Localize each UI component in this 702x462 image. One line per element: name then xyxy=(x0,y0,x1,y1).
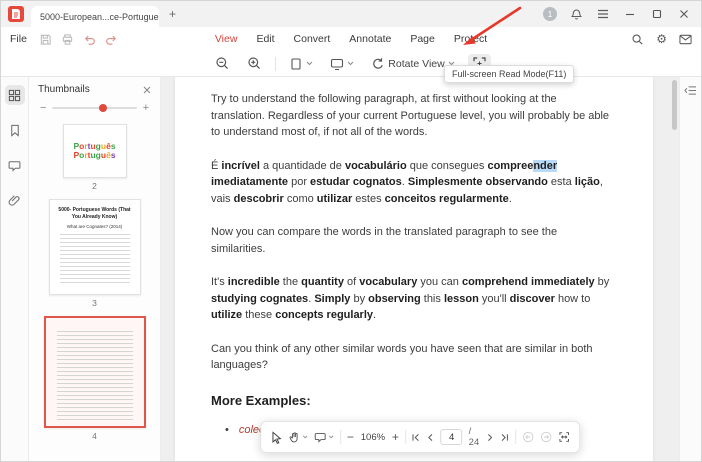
titlebar-controls: 1 xyxy=(543,6,701,22)
fit-width-button[interactable] xyxy=(558,431,570,443)
zoom-in-tool-button[interactable] xyxy=(243,54,266,73)
thumbnails-panel-button[interactable] xyxy=(5,85,25,105)
undo-icon[interactable] xyxy=(83,33,96,46)
fullscreen-tooltip: Full-screen Read Mode(F11) xyxy=(444,65,574,83)
quick-access-icons xyxy=(39,33,118,46)
app-window: 5000-European...ce-Portuguese + 1 File xyxy=(0,0,702,462)
zoom-in-button[interactable]: + xyxy=(392,431,399,443)
app-logo-icon xyxy=(8,6,24,22)
read-mode-dropdown[interactable] xyxy=(326,55,358,73)
document-heading: More Examples: xyxy=(211,391,611,411)
slider-minus-button[interactable]: − xyxy=(40,102,46,114)
hand-tool-dropdown[interactable] xyxy=(288,431,308,444)
thumbnail-page-4-selected[interactable] xyxy=(44,316,146,428)
thumbnail-text-lines xyxy=(57,331,133,423)
maximize-button[interactable] xyxy=(649,6,665,22)
document-paragraphs: Try to understand the following paragrap… xyxy=(211,91,611,374)
thumbnail-list: PortuguêsPortuguês 2 5000- Portuguese Wo… xyxy=(29,122,160,461)
tab-page[interactable]: Page xyxy=(410,33,435,45)
prev-page-button[interactable] xyxy=(427,433,435,442)
toolbar-divider xyxy=(275,57,276,71)
tab-view[interactable]: View xyxy=(215,33,238,45)
comments-panel-button[interactable] xyxy=(5,155,25,175)
floating-toolbar: − 106% + / 24 xyxy=(260,421,580,453)
thumbnail-label: 4 xyxy=(92,431,97,441)
print-icon[interactable] xyxy=(61,33,74,46)
gear-icon[interactable]: ⚙ xyxy=(656,33,667,45)
zoom-level[interactable]: 106% xyxy=(360,432,386,443)
app-menu-icon[interactable] xyxy=(595,6,611,22)
rotate-view-label: Rotate View xyxy=(388,58,444,70)
first-page-button[interactable] xyxy=(412,433,421,442)
vertical-scrollbar[interactable] xyxy=(672,80,677,130)
tab-protect[interactable]: Protect xyxy=(454,33,487,45)
slider-knob[interactable] xyxy=(99,104,107,112)
page-display-dropdown[interactable] xyxy=(285,55,317,73)
tab-annotate[interactable]: Annotate xyxy=(349,33,391,45)
zoom-out-tool-button[interactable] xyxy=(211,54,234,73)
thumbnail-title-text: 5000- Portuguese Words (That You Already… xyxy=(56,207,134,221)
right-icon-rail xyxy=(679,77,701,461)
document-paragraph: É incrível a quantidade de vocabulário q… xyxy=(211,158,611,208)
toolbar-divider xyxy=(515,430,516,444)
new-tab-button[interactable]: + xyxy=(169,8,176,20)
select-tool-button[interactable] xyxy=(270,431,282,444)
colorful-title: PortuguêsPortuguês xyxy=(73,142,115,161)
toolbar-divider xyxy=(340,430,341,444)
toolbar-divider xyxy=(405,430,406,444)
right-panel-toggle-icon[interactable] xyxy=(684,85,697,461)
bookmarks-panel-button[interactable] xyxy=(5,120,25,140)
attachments-panel-button[interactable] xyxy=(5,190,25,210)
left-icon-rail xyxy=(1,77,29,461)
thumbnails-panel-title: Thumbnails xyxy=(38,84,90,95)
title-bar: 5000-European...ce-Portuguese + 1 xyxy=(1,1,701,27)
tab-edit[interactable]: Edit xyxy=(256,33,274,45)
ribbon-tabs: View Edit Convert Annotate Page Protect xyxy=(215,33,487,45)
thumbnail-subtitle-text: What are Cognates? (2014) xyxy=(56,224,134,229)
document-paragraph: It's incredible the quantity of vocabula… xyxy=(211,274,611,324)
thumbnail-label: 3 xyxy=(92,298,97,308)
document-paragraph: Try to understand the following paragrap… xyxy=(211,91,611,141)
bell-icon[interactable] xyxy=(568,6,584,22)
last-page-button[interactable] xyxy=(500,433,509,442)
bullet-point: • xyxy=(225,422,229,439)
close-button[interactable] xyxy=(676,6,692,22)
document-paragraph: Now you can compare the words in the tra… xyxy=(211,224,611,257)
next-view-button[interactable] xyxy=(540,431,552,443)
next-page-button[interactable] xyxy=(486,433,494,442)
page-total-label: / 24 xyxy=(469,426,480,448)
document-paragraph: Can you think of any other similar words… xyxy=(211,341,611,374)
minimize-button[interactable] xyxy=(622,6,638,22)
search-icon[interactable] xyxy=(631,33,644,46)
menubar-right-icons: ⚙ xyxy=(631,33,692,46)
save-icon[interactable] xyxy=(39,33,52,46)
pdf-page[interactable]: Try to understand the following paragrap… xyxy=(175,77,653,461)
page-number-input[interactable] xyxy=(441,429,463,445)
document-area: Try to understand the following paragrap… xyxy=(161,77,679,461)
zoom-out-button[interactable]: − xyxy=(347,431,354,443)
thumbnails-panel: Thumbnails − + PortuguêsPortuguês 2 5000… xyxy=(29,77,161,461)
main-body: Thumbnails − + PortuguêsPortuguês 2 5000… xyxy=(1,77,701,461)
annotation-tool-dropdown[interactable] xyxy=(314,431,334,443)
menu-bar: File View Edit Convert Annotate Page Pro… xyxy=(1,27,701,51)
thumbnail-text-lines xyxy=(60,234,130,286)
slider-track[interactable] xyxy=(52,107,136,109)
thumbnail-size-slider: − + xyxy=(29,99,160,122)
tab-convert[interactable]: Convert xyxy=(294,33,331,45)
mail-icon[interactable] xyxy=(679,34,692,45)
redo-icon[interactable] xyxy=(105,33,118,46)
file-menu-button[interactable]: File xyxy=(10,33,27,45)
slider-plus-button[interactable]: + xyxy=(143,102,149,114)
view-toolbar: Rotate View xyxy=(1,51,701,77)
thumbnail-label: 2 xyxy=(92,181,97,191)
panel-close-icon[interactable] xyxy=(143,86,151,94)
document-tab[interactable]: 5000-European...ce-Portuguese xyxy=(31,6,159,27)
thumbnail-page-3[interactable]: 5000- Portuguese Words (That You Already… xyxy=(49,199,141,295)
notification-badge[interactable]: 1 xyxy=(543,7,557,21)
document-tab-title: 5000-European...ce-Portuguese xyxy=(40,12,159,22)
previous-view-button[interactable] xyxy=(522,431,534,443)
thumbnail-page-2[interactable]: PortuguêsPortuguês xyxy=(63,124,127,178)
